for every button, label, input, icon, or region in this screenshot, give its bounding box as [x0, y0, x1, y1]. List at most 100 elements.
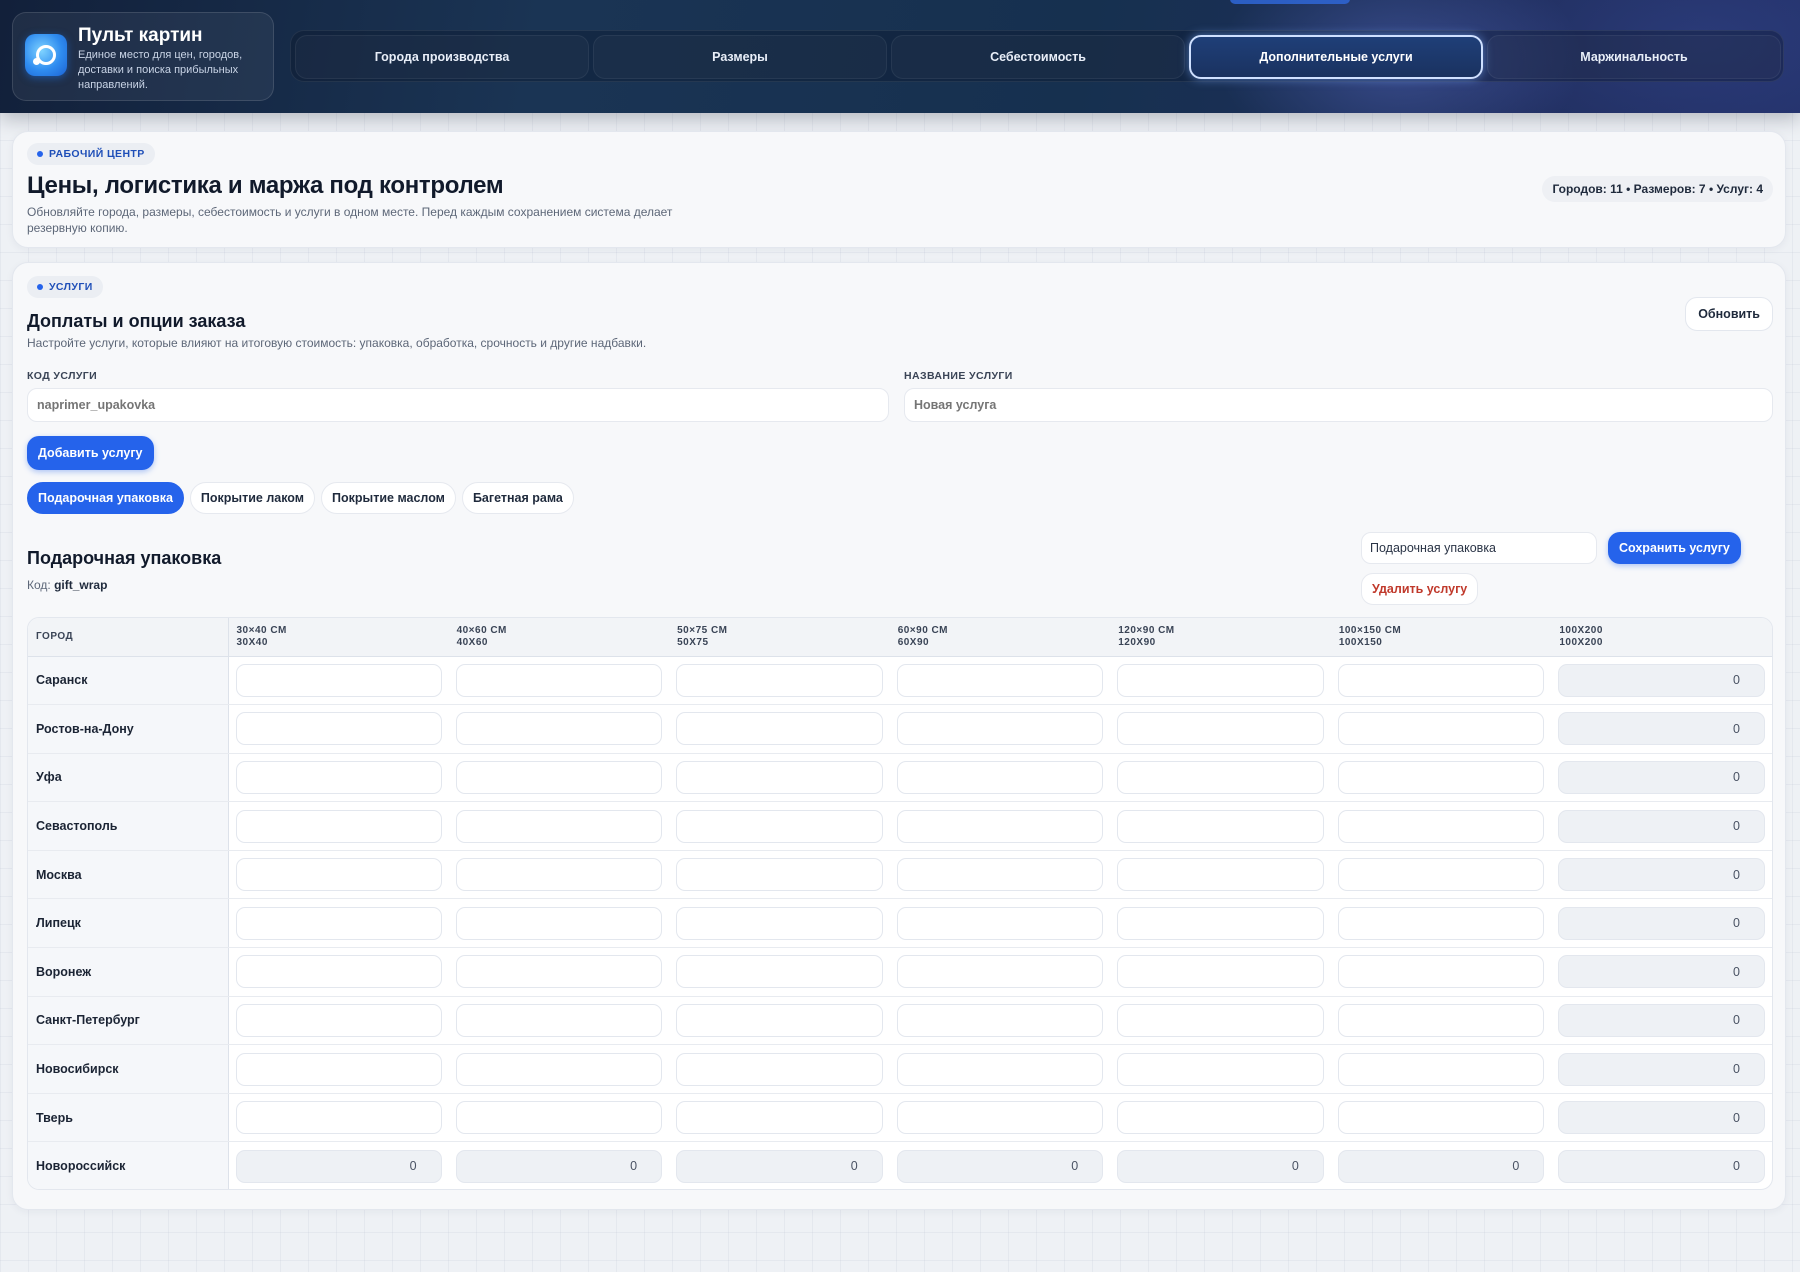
price-input[interactable] [455, 955, 663, 989]
price-input[interactable] [1558, 809, 1765, 843]
price-input[interactable] [1558, 1101, 1765, 1135]
price-input[interactable] [896, 1101, 1104, 1135]
service-tab-oil[interactable]: Покрытие маслом [321, 482, 456, 514]
price-input[interactable] [1337, 1101, 1545, 1135]
price-input[interactable] [1117, 1149, 1324, 1183]
price-input[interactable] [1117, 1003, 1324, 1037]
add-service-button[interactable]: Добавить услугу [27, 436, 154, 470]
price-input[interactable] [1337, 760, 1545, 794]
save-service-button[interactable]: Сохранить услугу [1608, 532, 1741, 564]
price-input[interactable] [455, 712, 663, 746]
price-input[interactable] [455, 1149, 663, 1183]
price-input[interactable] [235, 858, 442, 892]
price-input[interactable] [235, 906, 442, 940]
service-tab-varnish[interactable]: Покрытие лаком [189, 482, 316, 514]
price-input[interactable] [896, 663, 1104, 697]
tab-margin[interactable]: Маржинальность [1487, 35, 1781, 79]
price-cell [1551, 753, 1772, 803]
price-input[interactable] [1337, 663, 1545, 697]
price-input[interactable] [676, 809, 883, 843]
price-input[interactable] [676, 1149, 883, 1183]
price-input[interactable] [676, 858, 883, 892]
price-input[interactable] [1337, 1052, 1545, 1086]
price-input[interactable] [1117, 955, 1324, 989]
price-input[interactable] [235, 1052, 442, 1086]
delete-service-button[interactable]: Удалить услугу [1361, 573, 1479, 605]
price-input[interactable] [896, 955, 1104, 989]
price-input[interactable] [676, 1052, 883, 1086]
price-input[interactable] [1117, 712, 1324, 746]
price-input[interactable] [676, 955, 883, 989]
price-input[interactable] [1558, 760, 1765, 794]
price-input[interactable] [896, 858, 1104, 892]
price-input[interactable] [235, 1149, 442, 1183]
price-input[interactable] [235, 712, 442, 746]
price-input[interactable] [235, 760, 442, 794]
price-input[interactable] [1558, 955, 1765, 989]
price-input[interactable] [1117, 1052, 1324, 1086]
price-input[interactable] [235, 955, 442, 989]
price-input[interactable] [1558, 1052, 1765, 1086]
price-cell [1110, 996, 1331, 1046]
city-name: Санкт-Петербург [28, 996, 229, 1046]
price-input[interactable] [1337, 809, 1545, 843]
price-input[interactable] [1117, 663, 1324, 697]
price-input[interactable] [235, 1003, 442, 1037]
service-code-input[interactable] [27, 388, 889, 422]
price-input[interactable] [1558, 1149, 1765, 1183]
price-input[interactable] [235, 1101, 442, 1135]
price-input[interactable] [1558, 1003, 1765, 1037]
price-input[interactable] [676, 1101, 883, 1135]
price-input[interactable] [1117, 858, 1324, 892]
price-input[interactable] [1558, 858, 1765, 892]
price-input[interactable] [896, 809, 1104, 843]
tab-cost[interactable]: Себестоимость [891, 35, 1185, 79]
price-input[interactable] [455, 858, 663, 892]
price-input[interactable] [1117, 809, 1324, 843]
price-input[interactable] [235, 809, 442, 843]
price-cell [1551, 850, 1772, 900]
service-tab-frame[interactable]: Багетная рама [461, 482, 574, 514]
price-input[interactable] [455, 663, 663, 697]
price-cell [1551, 1142, 1772, 1189]
price-input[interactable] [455, 906, 663, 940]
price-input[interactable] [1117, 1101, 1324, 1135]
tab-production-cities[interactable]: Города производства [295, 35, 589, 79]
refresh-button[interactable]: Обновить [1685, 297, 1773, 331]
price-input[interactable] [676, 663, 883, 697]
price-input[interactable] [455, 1101, 663, 1135]
price-input[interactable] [896, 1003, 1104, 1037]
price-input[interactable] [676, 712, 883, 746]
price-input[interactable] [676, 760, 883, 794]
service-rename-input[interactable] [1361, 532, 1597, 564]
price-input[interactable] [1558, 663, 1765, 697]
price-input[interactable] [896, 1149, 1104, 1183]
price-input[interactable] [896, 906, 1104, 940]
price-input[interactable] [896, 712, 1104, 746]
table-row: Воронеж [28, 947, 1772, 997]
tab-additional-services[interactable]: Дополнительные услуги [1189, 35, 1483, 79]
price-input[interactable] [1337, 712, 1545, 746]
price-input[interactable] [1337, 906, 1545, 940]
price-input[interactable] [676, 906, 883, 940]
price-input[interactable] [896, 760, 1104, 794]
price-input[interactable] [455, 809, 663, 843]
price-input[interactable] [235, 663, 442, 697]
price-input[interactable] [455, 1052, 663, 1086]
price-input[interactable] [455, 760, 663, 794]
price-input[interactable] [1558, 712, 1765, 746]
service-name-input[interactable] [904, 388, 1773, 422]
price-input[interactable] [455, 1003, 663, 1037]
price-input[interactable] [1337, 1149, 1545, 1183]
price-input[interactable] [1117, 906, 1324, 940]
price-input[interactable] [896, 1052, 1104, 1086]
price-input[interactable] [1117, 760, 1324, 794]
price-input[interactable] [1337, 858, 1545, 892]
city-column-header: ГОРОД [28, 618, 229, 657]
price-input[interactable] [676, 1003, 883, 1037]
price-input[interactable] [1558, 906, 1765, 940]
tab-sizes[interactable]: Размеры [593, 35, 887, 79]
service-tab-gift-wrap[interactable]: Подарочная упаковка [27, 482, 184, 514]
price-input[interactable] [1337, 1003, 1545, 1037]
price-input[interactable] [1337, 955, 1545, 989]
